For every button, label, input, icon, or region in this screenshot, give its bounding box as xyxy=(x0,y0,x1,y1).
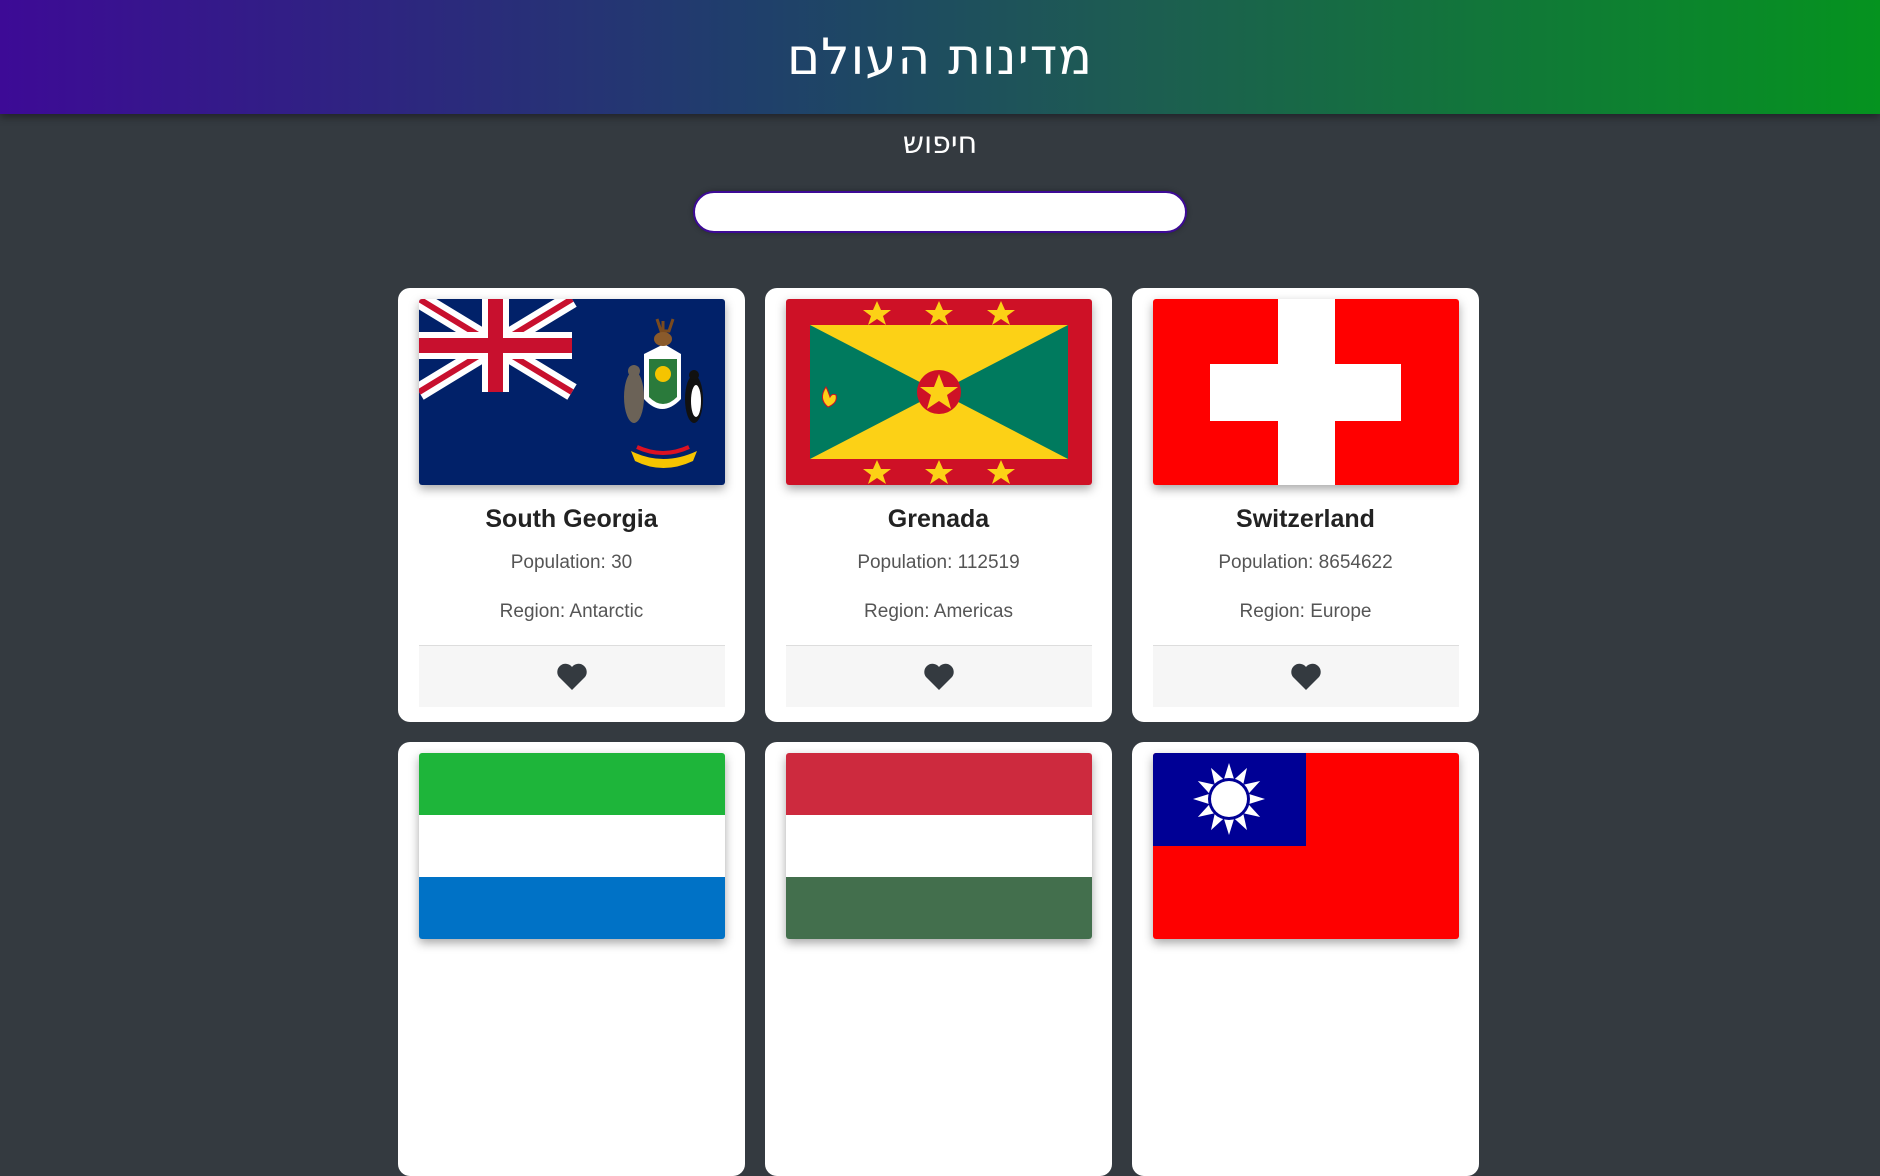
country-card[interactable] xyxy=(398,742,745,1176)
search-input[interactable] xyxy=(693,191,1187,233)
switzerland-flag xyxy=(1152,299,1459,485)
country-name: Grenada xyxy=(887,505,990,533)
country-card[interactable] xyxy=(1132,742,1479,1176)
favorite-button[interactable] xyxy=(785,645,1092,707)
south-georgia-flag xyxy=(418,299,725,485)
favorite-button[interactable] xyxy=(418,645,725,707)
country-population: Population: 112519 xyxy=(857,552,1020,573)
country-card[interactable]: Switzerland Population: 8654622 Region: … xyxy=(1132,288,1479,722)
search-label: חיפוש xyxy=(902,126,978,161)
hungary-flag xyxy=(785,753,1092,939)
sierra-leone-flag xyxy=(418,753,725,939)
country-population: Population: 8654622 xyxy=(1218,552,1393,573)
countries-grid: South Georgia Population: 30 Region: Ant… xyxy=(398,288,1479,1176)
page-title: מדינות העולם xyxy=(786,28,1094,86)
heart-icon xyxy=(1290,663,1321,690)
country-name: Switzerland xyxy=(1236,505,1375,533)
taiwan-flag xyxy=(1152,753,1459,939)
country-card[interactable] xyxy=(765,742,1112,1176)
favorite-button[interactable] xyxy=(1152,645,1459,707)
heart-icon xyxy=(556,663,587,690)
country-card[interactable]: South Georgia Population: 30 Region: Ant… xyxy=(398,288,745,722)
country-region: Region: Americas xyxy=(864,601,1013,622)
country-population: Population: 30 xyxy=(510,552,633,573)
country-region: Region: Europe xyxy=(1239,601,1372,622)
search-container xyxy=(0,191,1880,233)
country-card[interactable]: Grenada Population: 112519 Region: Ameri… xyxy=(765,288,1112,722)
heart-icon xyxy=(923,663,954,690)
country-name: South Georgia xyxy=(485,505,658,533)
country-region: Region: Antarctic xyxy=(499,601,644,622)
app-header: מדינות העולם xyxy=(0,0,1880,114)
grenada-flag xyxy=(785,299,1092,485)
